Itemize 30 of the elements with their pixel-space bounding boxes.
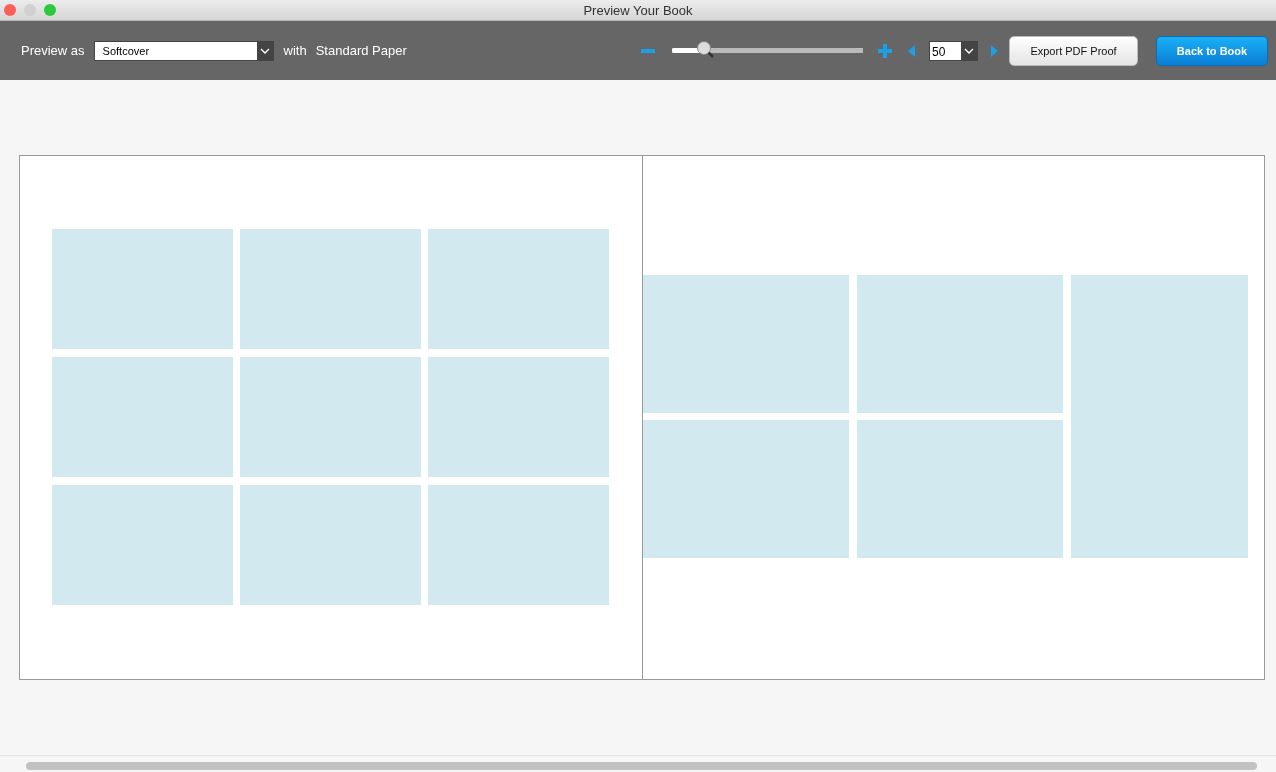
photo-placeholder[interactable] — [240, 229, 421, 349]
close-button[interactable] — [4, 4, 16, 16]
photo-placeholder[interactable] — [52, 357, 233, 477]
caret-icon — [259, 47, 270, 54]
photo-placeholder[interactable] — [428, 485, 609, 605]
caret-icon — [964, 47, 974, 54]
photo-placeholder[interactable] — [857, 275, 1063, 413]
zoom-button[interactable] — [44, 4, 56, 16]
photo-placeholder[interactable] — [643, 275, 849, 413]
photo-placeholder[interactable] — [1071, 275, 1248, 558]
previous-page-icon[interactable] — [908, 44, 916, 57]
photo-placeholder[interactable] — [240, 485, 421, 605]
photo-placeholder[interactable] — [52, 485, 233, 605]
format-dropdown[interactable]: Softcover — [93, 40, 274, 61]
photo-placeholder[interactable] — [857, 420, 1063, 558]
minimize-button[interactable] — [24, 4, 36, 16]
zoom-in-icon[interactable] — [877, 42, 893, 59]
scrollbar[interactable] — [26, 761, 1257, 770]
page-dropdown[interactable]: 50 — [929, 40, 978, 61]
paper-label: Standard Paper — [315, 43, 407, 58]
preview-label: Preview as — [21, 43, 85, 58]
window-title: Preview Your Book — [583, 2, 693, 18]
with-label: with — [283, 43, 307, 58]
export-pdf-button[interactable]: Export PDF Proof — [1009, 35, 1138, 66]
photo-placeholder[interactable] — [52, 229, 233, 349]
next-page-icon[interactable] — [990, 44, 998, 57]
photo-placeholder[interactable] — [428, 229, 609, 349]
photo-placeholder[interactable] — [240, 357, 421, 477]
photo-placeholder[interactable] — [643, 420, 849, 558]
photo-placeholder[interactable] — [428, 357, 609, 477]
